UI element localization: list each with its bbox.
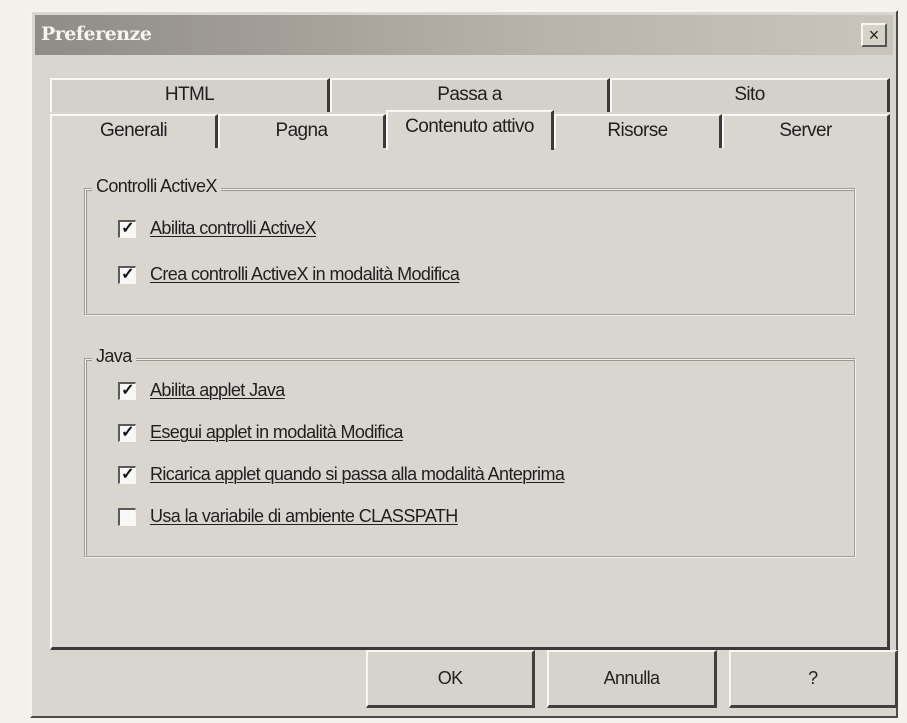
activex-enable-label: Abilita controlli ActiveX xyxy=(150,218,317,238)
java-classpath-checkbox[interactable] xyxy=(118,507,136,526)
tab-risorse[interactable]: Risorse xyxy=(554,114,722,148)
java-run-edit-label: Esegui applet in modalità Modifica xyxy=(150,422,403,442)
activex-create-label: Crea controlli ActiveX in modalità Modif… xyxy=(150,264,460,284)
java-run-edit-row[interactable]: ✓ Esegui applet in modalità Modifica xyxy=(118,422,403,443)
window-title: Preferenze xyxy=(41,23,152,45)
java-classpath-row[interactable]: Usa la variabile di ambiente CLASSPATH xyxy=(118,506,458,527)
close-button[interactable]: × xyxy=(861,23,887,47)
checkmark-icon: ✓ xyxy=(121,423,134,441)
help-button[interactable]: ? xyxy=(728,650,898,708)
tab-server[interactable]: Server xyxy=(722,114,890,148)
java-enable-label: Abilita applet Java xyxy=(150,380,285,400)
java-reload-row[interactable]: ✓ Ricarica applet quando si passa alla m… xyxy=(118,464,565,485)
java-enable-row[interactable]: ✓ Abilita applet Java xyxy=(118,380,285,401)
java-reload-checkbox[interactable]: ✓ xyxy=(118,465,136,484)
java-run-edit-checkbox[interactable]: ✓ xyxy=(118,423,136,442)
ok-button[interactable]: OK xyxy=(366,650,536,708)
activex-groupbox: Controlli ActiveX ✓ Abilita controlli Ac… xyxy=(84,176,856,316)
tab-pagna[interactable]: Pagna xyxy=(218,114,386,148)
java-reload-label: Ricarica applet quando si passa alla mod… xyxy=(150,464,565,484)
activex-enable-row[interactable]: ✓ Abilita controlli ActiveX xyxy=(118,218,317,239)
activex-create-row[interactable]: ✓ Crea controlli ActiveX in modalità Mod… xyxy=(118,264,460,285)
checkmark-icon: ✓ xyxy=(121,465,134,483)
java-group-legend: Java xyxy=(92,346,136,367)
java-groupbox: Java ✓ Abilita applet Java ✓ Esegui appl… xyxy=(84,346,856,558)
activex-create-checkbox[interactable]: ✓ xyxy=(118,265,136,284)
tab-row-back: HTML Passa a Sito xyxy=(50,78,890,112)
checkmark-icon: ✓ xyxy=(121,381,134,399)
tab-generali[interactable]: Generali xyxy=(50,114,218,148)
checkmark-icon: ✓ xyxy=(121,265,134,283)
activex-enable-checkbox[interactable]: ✓ xyxy=(118,219,136,238)
cancel-button[interactable]: Annulla xyxy=(547,650,717,708)
tab-html[interactable]: HTML xyxy=(50,78,330,112)
title-bar: Preferenze × xyxy=(35,15,893,55)
tab-panel-contenuto-attivo: Controlli ActiveX ✓ Abilita controlli Ac… xyxy=(50,148,890,650)
tab-passa-a[interactable]: Passa a xyxy=(330,78,610,112)
tab-sito[interactable]: Sito xyxy=(610,78,890,112)
tab-row-front: Generali Pagna Contenuto attivo Risorse … xyxy=(50,110,890,150)
dialog-buttons: OK Annulla ? xyxy=(366,650,898,712)
checkmark-icon: ✓ xyxy=(121,219,134,237)
activex-group-legend: Controlli ActiveX xyxy=(92,176,221,197)
java-classpath-label: Usa la variabile di ambiente CLASSPATH xyxy=(150,506,458,526)
close-icon: × xyxy=(868,25,880,45)
java-enable-checkbox[interactable]: ✓ xyxy=(118,381,136,400)
tab-contenuto-attivo[interactable]: Contenuto attivo xyxy=(386,110,554,150)
